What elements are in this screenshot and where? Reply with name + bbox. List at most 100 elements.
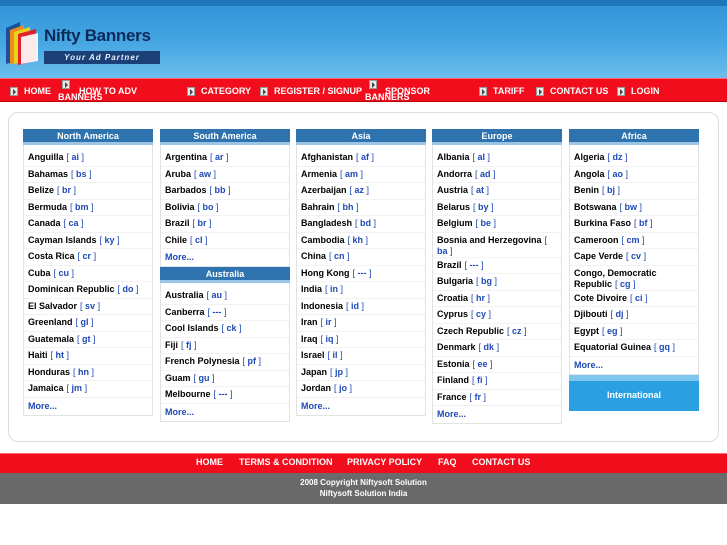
country-link[interactable]: Cape Verde[ cv ] xyxy=(570,249,698,266)
country-link[interactable]: Canberra[ --- ] xyxy=(161,305,289,321)
nav-home[interactable]: HOME xyxy=(10,79,51,103)
country-link[interactable]: Bulgaria[ bg ] xyxy=(433,274,561,291)
country-link[interactable]: Denmark[ dk ] xyxy=(433,340,561,357)
country-link[interactable]: French Polynesia[ pf ] xyxy=(161,354,289,371)
country-link[interactable]: Bahrain[ bh ] xyxy=(297,200,425,216)
country-link[interactable]: Burkina Faso[ bf ] xyxy=(570,216,698,233)
country-link[interactable]: Bangladesh[ bd ] xyxy=(297,216,425,233)
more-link-south-america[interactable]: More... xyxy=(161,249,289,266)
footer-link-privacy[interactable]: PRIVACY POLICY xyxy=(347,457,422,467)
country-link[interactable]: Haiti[ ht ] xyxy=(24,348,152,365)
country-link[interactable]: Melbourne[ --- ] xyxy=(161,387,289,404)
country-link[interactable]: Cayman Islands[ ky ] xyxy=(24,233,152,249)
more-link-north-america[interactable]: More... xyxy=(24,398,152,415)
site-logo[interactable]: Nifty Banners Your Ad Partner xyxy=(4,20,160,68)
country-link[interactable]: El Salvador[ sv ] xyxy=(24,299,152,315)
country-link[interactable]: Cote Divoire[ ci ] xyxy=(570,291,698,307)
country-link[interactable]: Cambodia[ kh ] xyxy=(297,233,425,249)
country-link[interactable]: Cool Islands[ ck ] xyxy=(161,321,289,338)
country-name: Indonesia xyxy=(301,300,344,311)
country-link[interactable]: Cuba[ cu ] xyxy=(24,266,152,282)
country-link[interactable]: Bahamas[ bs ] xyxy=(24,167,152,183)
more-link-asia[interactable]: More... xyxy=(297,398,425,415)
country-link[interactable]: Azerbaijan[ az ] xyxy=(297,183,425,200)
footer-link-home[interactable]: HOME xyxy=(196,457,223,467)
nav-category[interactable]: CATEGORY xyxy=(187,79,251,103)
country-link[interactable]: Chile[ cl ] xyxy=(161,233,289,249)
country-link[interactable]: Belize[ br ] xyxy=(24,183,152,200)
country-link[interactable]: India[ in ] xyxy=(297,282,425,299)
country-link[interactable]: Honduras[ hn ] xyxy=(24,365,152,381)
footer-link-contact[interactable]: CONTACT US xyxy=(472,457,530,467)
country-link[interactable]: Afghanistan[ af ] xyxy=(297,150,425,167)
country-link[interactable]: Algeria[ dz ] xyxy=(570,150,698,167)
country-link[interactable]: Belgium[ be ] xyxy=(433,216,561,233)
country-link[interactable]: Bermuda[ bm ] xyxy=(24,200,152,216)
more-link-africa[interactable]: More... xyxy=(570,357,698,374)
country-link[interactable]: Canada[ ca ] xyxy=(24,216,152,233)
country-link[interactable]: Bolivia[ bo ] xyxy=(161,200,289,216)
country-link[interactable]: Iraq[ iq ] xyxy=(297,332,425,348)
nav-register-signup[interactable]: REGISTER / SIGNUP xyxy=(260,79,362,103)
country-link[interactable]: Guatemala[ gt ] xyxy=(24,332,152,348)
country-link[interactable]: Benin[ bj ] xyxy=(570,183,698,200)
country-link[interactable]: France[ fr ] xyxy=(433,390,561,406)
nav-contact-us[interactable]: CONTACT US xyxy=(536,79,608,103)
country-link[interactable]: Congo, Democratic Republic[ cg ] xyxy=(570,266,698,291)
country-code-value: in xyxy=(330,284,339,294)
country-code-value: cm xyxy=(626,234,640,245)
country-link[interactable]: Iran[ ir ] xyxy=(297,315,425,332)
nav-how-to-adv-banners-line2[interactable]: BANNERS xyxy=(58,91,103,103)
country-link[interactable]: Aruba[ aw ] xyxy=(161,167,289,183)
country-link[interactable]: Belarus[ by ] xyxy=(433,200,561,216)
country-link[interactable]: Armenia[ am ] xyxy=(297,167,425,183)
arrow-right-icon xyxy=(260,86,268,96)
country-link[interactable]: Greenland[ gl ] xyxy=(24,315,152,332)
country-link[interactable]: Australia[ au ] xyxy=(161,288,289,305)
country-link[interactable]: Andorra[ ad ] xyxy=(433,167,561,183)
country-link[interactable]: Costa Rica[ cr ] xyxy=(24,249,152,266)
country-link[interactable]: Albania[ al ] xyxy=(433,150,561,167)
country-link[interactable]: Japan[ jp ] xyxy=(297,365,425,381)
country-link[interactable]: Croatia[ hr ] xyxy=(433,291,561,307)
nav-category-label: CATEGORY xyxy=(201,85,252,96)
country-link[interactable]: Estonia[ ee ] xyxy=(433,357,561,373)
country-code-value: au xyxy=(211,290,223,300)
country-link[interactable]: Jamaica[ jm ] xyxy=(24,381,152,398)
footer-link-faq[interactable]: FAQ xyxy=(438,457,457,467)
country-link[interactable]: Fiji[ fj ] xyxy=(161,338,289,354)
country-link[interactable]: Botswana[ bw ] xyxy=(570,200,698,216)
country-link[interactable]: Jordan[ jo ] xyxy=(297,381,425,398)
country-link[interactable]: China[ cn ] xyxy=(297,249,425,266)
country-link[interactable]: Cyprus[ cy ] xyxy=(433,307,561,324)
more-link-australia[interactable]: More... xyxy=(161,404,289,421)
country-link[interactable]: Brazil[ br ] xyxy=(161,216,289,233)
country-link[interactable]: Djibouti[ dj ] xyxy=(570,307,698,324)
country-link[interactable]: Angola[ ao ] xyxy=(570,167,698,183)
country-link[interactable]: Egypt[ eg ] xyxy=(570,324,698,340)
nav-sponsor-banners-line2[interactable]: BANNERS xyxy=(365,91,410,103)
country-link[interactable]: Equatorial Guinea[ gq ] xyxy=(570,340,698,357)
country-code-value: --- xyxy=(218,389,228,399)
more-link-europe[interactable]: More... xyxy=(433,406,561,423)
country-link[interactable]: Guam[ gu ] xyxy=(161,371,289,387)
country-link[interactable]: Anguilla[ ai ] xyxy=(24,150,152,167)
country-link[interactable]: Barbados[ bb ] xyxy=(161,183,289,200)
international-button[interactable]: International xyxy=(569,374,699,411)
arrow-right-icon xyxy=(369,80,377,89)
footer-link-terms[interactable]: TERMS & CONDITION xyxy=(239,457,333,467)
country-link[interactable]: Cameroon[ cm ] xyxy=(570,233,698,249)
country-link[interactable]: Israel[ il ] xyxy=(297,348,425,365)
country-link[interactable]: Argentina[ ar ] xyxy=(161,150,289,167)
country-link[interactable]: Hong Kong[ --- ] xyxy=(297,266,425,282)
nav-login[interactable]: LOGIN xyxy=(617,79,660,103)
country-code: [ cl ] xyxy=(190,234,208,245)
country-link[interactable]: Dominican Republic[ do ] xyxy=(24,282,152,299)
country-link[interactable]: Indonesia[ id ] xyxy=(297,299,425,315)
country-link[interactable]: Austria[ at ] xyxy=(433,183,561,200)
country-link[interactable]: Brazil[ --- ] xyxy=(433,258,561,274)
country-link[interactable]: Bosnia and Herzegovina[ ba ] xyxy=(433,233,561,258)
nav-tariff[interactable]: TARIFF xyxy=(479,79,524,103)
country-link[interactable]: Finland[ fi ] xyxy=(433,373,561,390)
country-link[interactable]: Czech Republic[ cz ] xyxy=(433,324,561,340)
